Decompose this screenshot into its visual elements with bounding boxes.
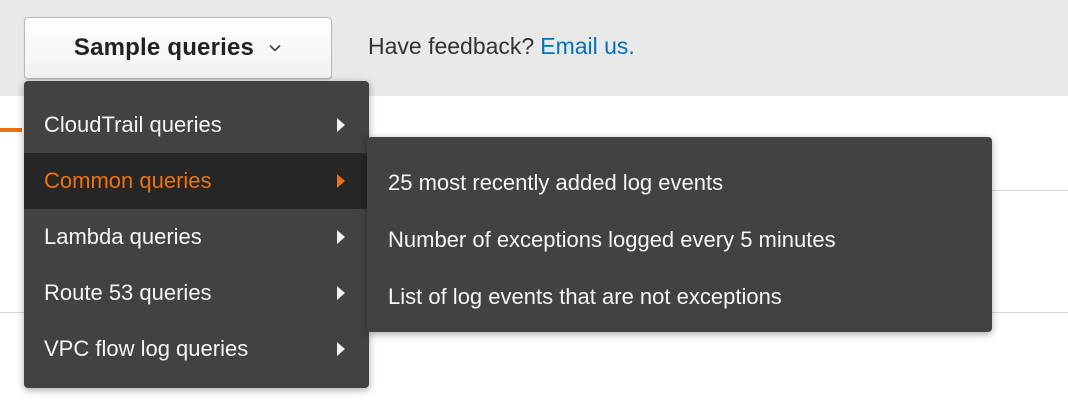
- submenu-item-exceptions-every-5-minutes[interactable]: Number of exceptions logged every 5 minu…: [367, 211, 992, 268]
- feedback-text: Have feedback?: [368, 33, 535, 59]
- submenu-item-label: Number of exceptions logged every 5 minu…: [388, 226, 836, 252]
- menu-item-lambda-queries[interactable]: Lambda queries: [24, 209, 369, 265]
- caret-right-icon: [337, 174, 345, 188]
- sample-queries-label: Sample queries: [73, 34, 255, 61]
- submenu-item-recent-log-events[interactable]: 25 most recently added log events: [367, 154, 992, 211]
- caret-right-icon: [337, 286, 345, 300]
- menu-item-label: CloudTrail queries: [44, 112, 222, 137]
- feedback-prompt: Have feedback? Email us.: [368, 33, 635, 60]
- submenu-item-non-exception-events[interactable]: List of log events that are not exceptio…: [367, 268, 992, 325]
- menu-item-route53-queries[interactable]: Route 53 queries: [24, 265, 369, 321]
- caret-right-icon: [337, 118, 345, 132]
- sample-queries-button[interactable]: Sample queries: [24, 17, 332, 79]
- common-queries-submenu: 25 most recently added log events Number…: [367, 137, 992, 332]
- caret-right-icon: [337, 342, 345, 356]
- submenu-item-label: 25 most recently added log events: [388, 169, 724, 195]
- menu-item-label: Lambda queries: [44, 224, 202, 249]
- menu-item-common-queries[interactable]: Common queries: [24, 153, 369, 209]
- menu-item-cloudtrail-queries[interactable]: CloudTrail queries: [24, 97, 369, 153]
- active-tab-indicator: [0, 128, 22, 132]
- submenu-item-label: List of log events that are not exceptio…: [388, 283, 782, 309]
- menu-item-vpc-flow-log-queries[interactable]: VPC flow log queries: [24, 321, 369, 377]
- email-us-link[interactable]: Email us.: [540, 33, 635, 59]
- menu-item-label: VPC flow log queries: [44, 336, 249, 361]
- menu-item-label: Common queries: [44, 168, 212, 193]
- chevron-down-icon: [269, 44, 281, 52]
- menu-item-label: Route 53 queries: [44, 280, 212, 305]
- caret-right-icon: [337, 230, 345, 244]
- sample-queries-menu: CloudTrail queries Common queries Lambda…: [24, 81, 369, 388]
- divider: [990, 190, 1068, 191]
